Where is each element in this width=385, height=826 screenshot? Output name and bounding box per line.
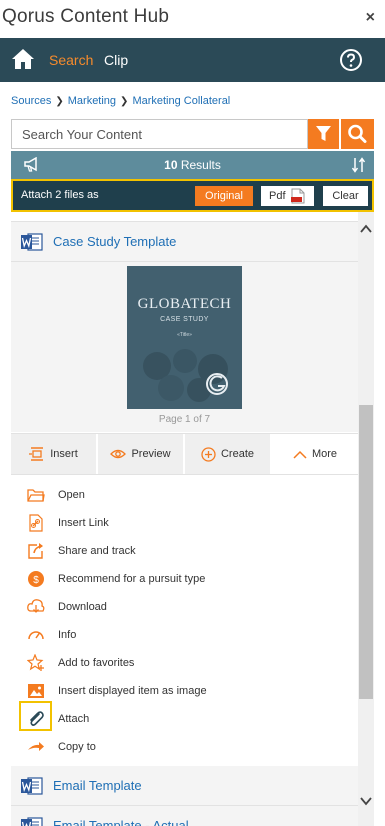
thumbnail-placeholder: «Title» <box>177 332 192 338</box>
attach-files-label: Attach 2 files as <box>21 189 99 201</box>
close-icon[interactable]: × <box>366 9 375 27</box>
menu-item-share-and-track[interactable]: Share and track <box>11 537 358 565</box>
list-item-title[interactable]: Case Study Template <box>53 234 176 249</box>
preview-button[interactable]: Preview <box>98 434 183 474</box>
document-thumbnail[interactable]: GLOBATECH CASE STUDY «Title» <box>127 266 242 409</box>
share-icon <box>28 543 43 559</box>
insert-icon <box>29 447 44 461</box>
recommend-icon: $ <box>28 571 44 587</box>
attach-original-button[interactable]: Original <box>195 186 253 206</box>
attach-files-bar: Attach 2 files as Original Pdf Clear <box>11 179 374 212</box>
nav-bar: Search Clip <box>0 38 385 82</box>
favorite-star-icon <box>27 654 44 671</box>
word-icon <box>21 817 43 826</box>
list-item-partial <box>11 212 358 222</box>
insert-button[interactable]: Insert <box>11 434 96 474</box>
list-item-title[interactable]: Email Template <box>53 778 142 793</box>
chevron-right-icon: ❯ <box>55 96 64 107</box>
menu-item-label: Recommend for a pursuit type <box>58 573 206 585</box>
insert-label: Insert <box>50 448 78 460</box>
sort-icon[interactable] <box>352 157 366 173</box>
menu-item-label: Download <box>58 601 107 613</box>
home-icon[interactable] <box>11 48 35 70</box>
word-icon <box>21 777 43 795</box>
attach-highlight <box>19 701 52 731</box>
list-item-email-template-actual[interactable]: Email Template - Actual <box>11 806 358 826</box>
search-input[interactable] <box>12 120 307 148</box>
menu-item-label: Attach <box>58 713 90 725</box>
thumbnail-subtitle: CASE STUDY <box>160 316 209 323</box>
menu-item-download[interactable]: Download <box>11 593 358 621</box>
pdf-file-icon <box>291 188 305 204</box>
list-item-email-template[interactable]: Email Template <box>11 766 358 806</box>
plus-circle-icon <box>201 446 216 462</box>
thumbnail-title: GLOBATECH <box>137 296 232 312</box>
folder-open-icon <box>27 489 45 502</box>
menu-item-copy-to[interactable]: Copy to <box>11 733 358 761</box>
nav-clip-tab[interactable]: Clip <box>104 52 128 68</box>
help-circle-icon[interactable] <box>339 48 363 72</box>
results-bar: 10 Results <box>11 151 374 179</box>
breadcrumb-marketing[interactable]: Marketing <box>68 95 116 107</box>
more-label: More <box>311 448 338 460</box>
menu-item-label: Share and track <box>58 545 136 557</box>
insert-link-icon <box>29 514 43 532</box>
filter-button[interactable] <box>308 119 339 149</box>
attach-pdf-label: Pdf <box>269 190 286 202</box>
breadcrumb: Sources ❯ Marketing ❯ Marketing Collateral <box>11 95 230 107</box>
menu-item-label: Info <box>58 629 77 641</box>
more-actions-menu: Open Insert Link Share and track $ Recom… <box>11 476 358 766</box>
nav-search-tab[interactable]: Search <box>49 52 93 68</box>
chevron-right-icon: ❯ <box>120 96 129 107</box>
chevron-up-icon <box>293 450 307 459</box>
menu-item-open[interactable]: Open <box>11 481 358 509</box>
attach-pdf-button[interactable]: Pdf <box>261 186 314 206</box>
search-icon <box>348 124 367 143</box>
menu-item-recommend[interactable]: $ Recommend for a pursuit type <box>11 565 358 593</box>
menu-item-label: Open <box>58 489 85 501</box>
list-item-title[interactable]: Email Template - Actual <box>53 818 189 826</box>
page-indicator: Page 1 of 7 <box>158 414 211 425</box>
info-gauge-icon <box>28 631 44 640</box>
eye-icon <box>110 449 127 459</box>
menu-item-add-to-favorites[interactable]: Add to favorites <box>11 649 358 677</box>
copy-to-arrow-icon <box>28 742 44 751</box>
title-bar: Qorus Content Hub × <box>0 0 385 38</box>
item-action-bar: Insert Preview Create More <box>11 433 358 475</box>
word-icon <box>21 233 43 251</box>
filter-icon <box>316 126 331 141</box>
menu-item-label: Insert Link <box>58 517 109 529</box>
results-label: Results <box>180 158 221 172</box>
results-number: 10 <box>164 158 178 172</box>
list-item-case-study[interactable]: Case Study Template <box>11 222 358 262</box>
create-button[interactable]: Create <box>185 434 270 474</box>
result-list: Case Study Template GLOBATECH CASE STUDY… <box>11 212 358 826</box>
preview-label: Preview <box>131 448 171 460</box>
image-icon <box>28 684 44 698</box>
scrollbar-thumb[interactable] <box>359 405 373 699</box>
scroll-up-icon[interactable] <box>360 224 372 234</box>
breadcrumb-marketing-collateral[interactable]: Marketing Collateral <box>132 95 230 107</box>
menu-item-label: Copy to <box>58 741 96 753</box>
svg-text:$: $ <box>33 575 39 586</box>
more-button[interactable]: More <box>272 434 358 474</box>
document-preview: GLOBATECH CASE STUDY «Title» Page 1 of 7 <box>11 262 358 432</box>
menu-item-label: Add to favorites <box>58 657 135 669</box>
breadcrumb-sources[interactable]: Sources <box>11 95 51 107</box>
download-icon <box>27 599 45 613</box>
scrollbar[interactable] <box>358 212 374 826</box>
menu-item-attach[interactable]: Attach <box>11 705 358 733</box>
scroll-down-icon[interactable] <box>360 796 372 806</box>
create-label: Create <box>220 448 255 460</box>
search-box <box>11 119 308 149</box>
attach-clear-button[interactable]: Clear <box>323 186 368 206</box>
menu-item-insert-as-image[interactable]: Insert displayed item as image <box>11 677 358 705</box>
app-title: Qorus Content Hub <box>2 6 170 27</box>
menu-item-insert-link[interactable]: Insert Link <box>11 509 358 537</box>
search-button[interactable] <box>341 119 374 149</box>
menu-item-info[interactable]: Info <box>11 621 358 649</box>
menu-item-label: Insert displayed item as image <box>58 685 207 697</box>
results-count: 10 Results <box>11 158 374 172</box>
